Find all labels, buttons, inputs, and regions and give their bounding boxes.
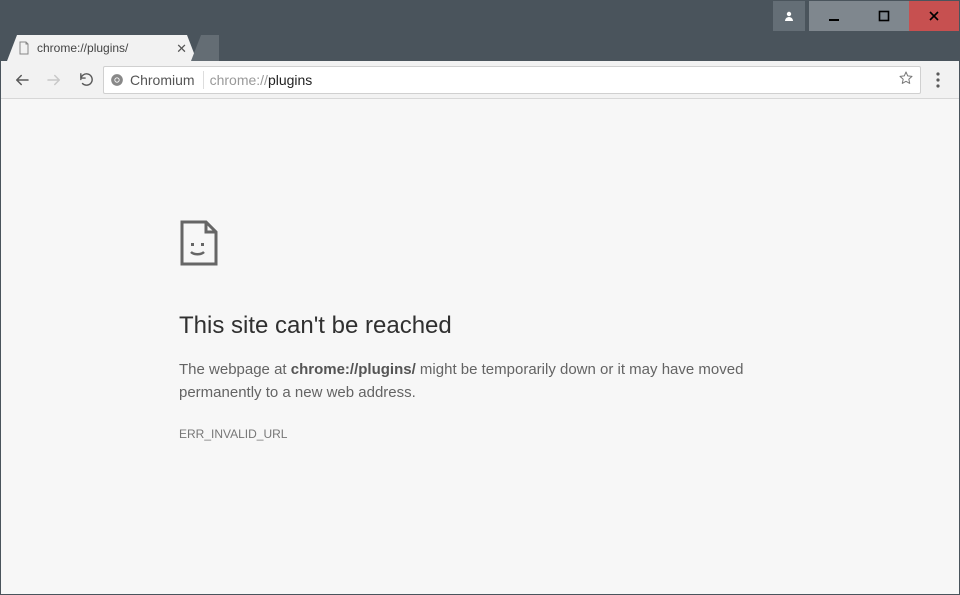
security-chip[interactable]: Chromium <box>110 71 204 89</box>
sad-document-icon <box>179 219 779 272</box>
window-maximize-button[interactable] <box>859 1 909 31</box>
window-close-button[interactable] <box>909 1 959 31</box>
arrow-right-icon <box>45 71 63 89</box>
new-tab-button[interactable] <box>191 35 219 61</box>
url-path: plugins <box>268 72 312 88</box>
star-icon <box>898 70 914 86</box>
browser-tab[interactable]: chrome://plugins/ ✕ <box>7 35 197 61</box>
browser-menu-button[interactable] <box>923 65 953 95</box>
reload-button[interactable] <box>71 65 101 95</box>
tab-strip: chrome://plugins/ ✕ <box>1 31 959 61</box>
url-scheme: chrome:// <box>210 72 268 88</box>
error-msg-prefix: The webpage at <box>179 361 291 378</box>
chromium-icon <box>110 73 124 87</box>
user-profile-button[interactable] <box>773 1 805 31</box>
back-button[interactable] <box>7 65 37 95</box>
user-icon <box>783 10 795 22</box>
bookmark-button[interactable] <box>898 70 914 89</box>
arrow-left-icon <box>13 71 31 89</box>
kebab-menu-icon <box>936 72 940 88</box>
tab-title: chrome://plugins/ <box>37 41 168 55</box>
window-minimize-button[interactable] <box>809 1 859 31</box>
close-icon <box>928 10 940 22</box>
page-favicon-icon <box>17 41 31 55</box>
tab-close-button[interactable]: ✕ <box>176 42 187 55</box>
forward-button[interactable] <box>39 65 69 95</box>
reload-icon <box>78 71 95 88</box>
address-bar[interactable]: Chromium chrome://plugins <box>103 66 921 94</box>
maximize-icon <box>878 10 890 22</box>
url-text: chrome://plugins <box>210 72 892 88</box>
error-msg-url: chrome://plugins/ <box>291 361 416 378</box>
error-title: This site can't be reached <box>179 312 779 340</box>
error-code: ERR_INVALID_URL <box>179 427 779 441</box>
error-message: The webpage at chrome://plugins/ might b… <box>179 358 779 405</box>
security-label: Chromium <box>130 72 195 88</box>
page-content: This site can't be reached The webpage a… <box>1 99 959 594</box>
error-block: This site can't be reached The webpage a… <box>179 219 779 441</box>
window-titlebar <box>1 1 959 31</box>
minimize-icon <box>828 10 840 22</box>
browser-toolbar: Chromium chrome://plugins <box>1 61 959 99</box>
